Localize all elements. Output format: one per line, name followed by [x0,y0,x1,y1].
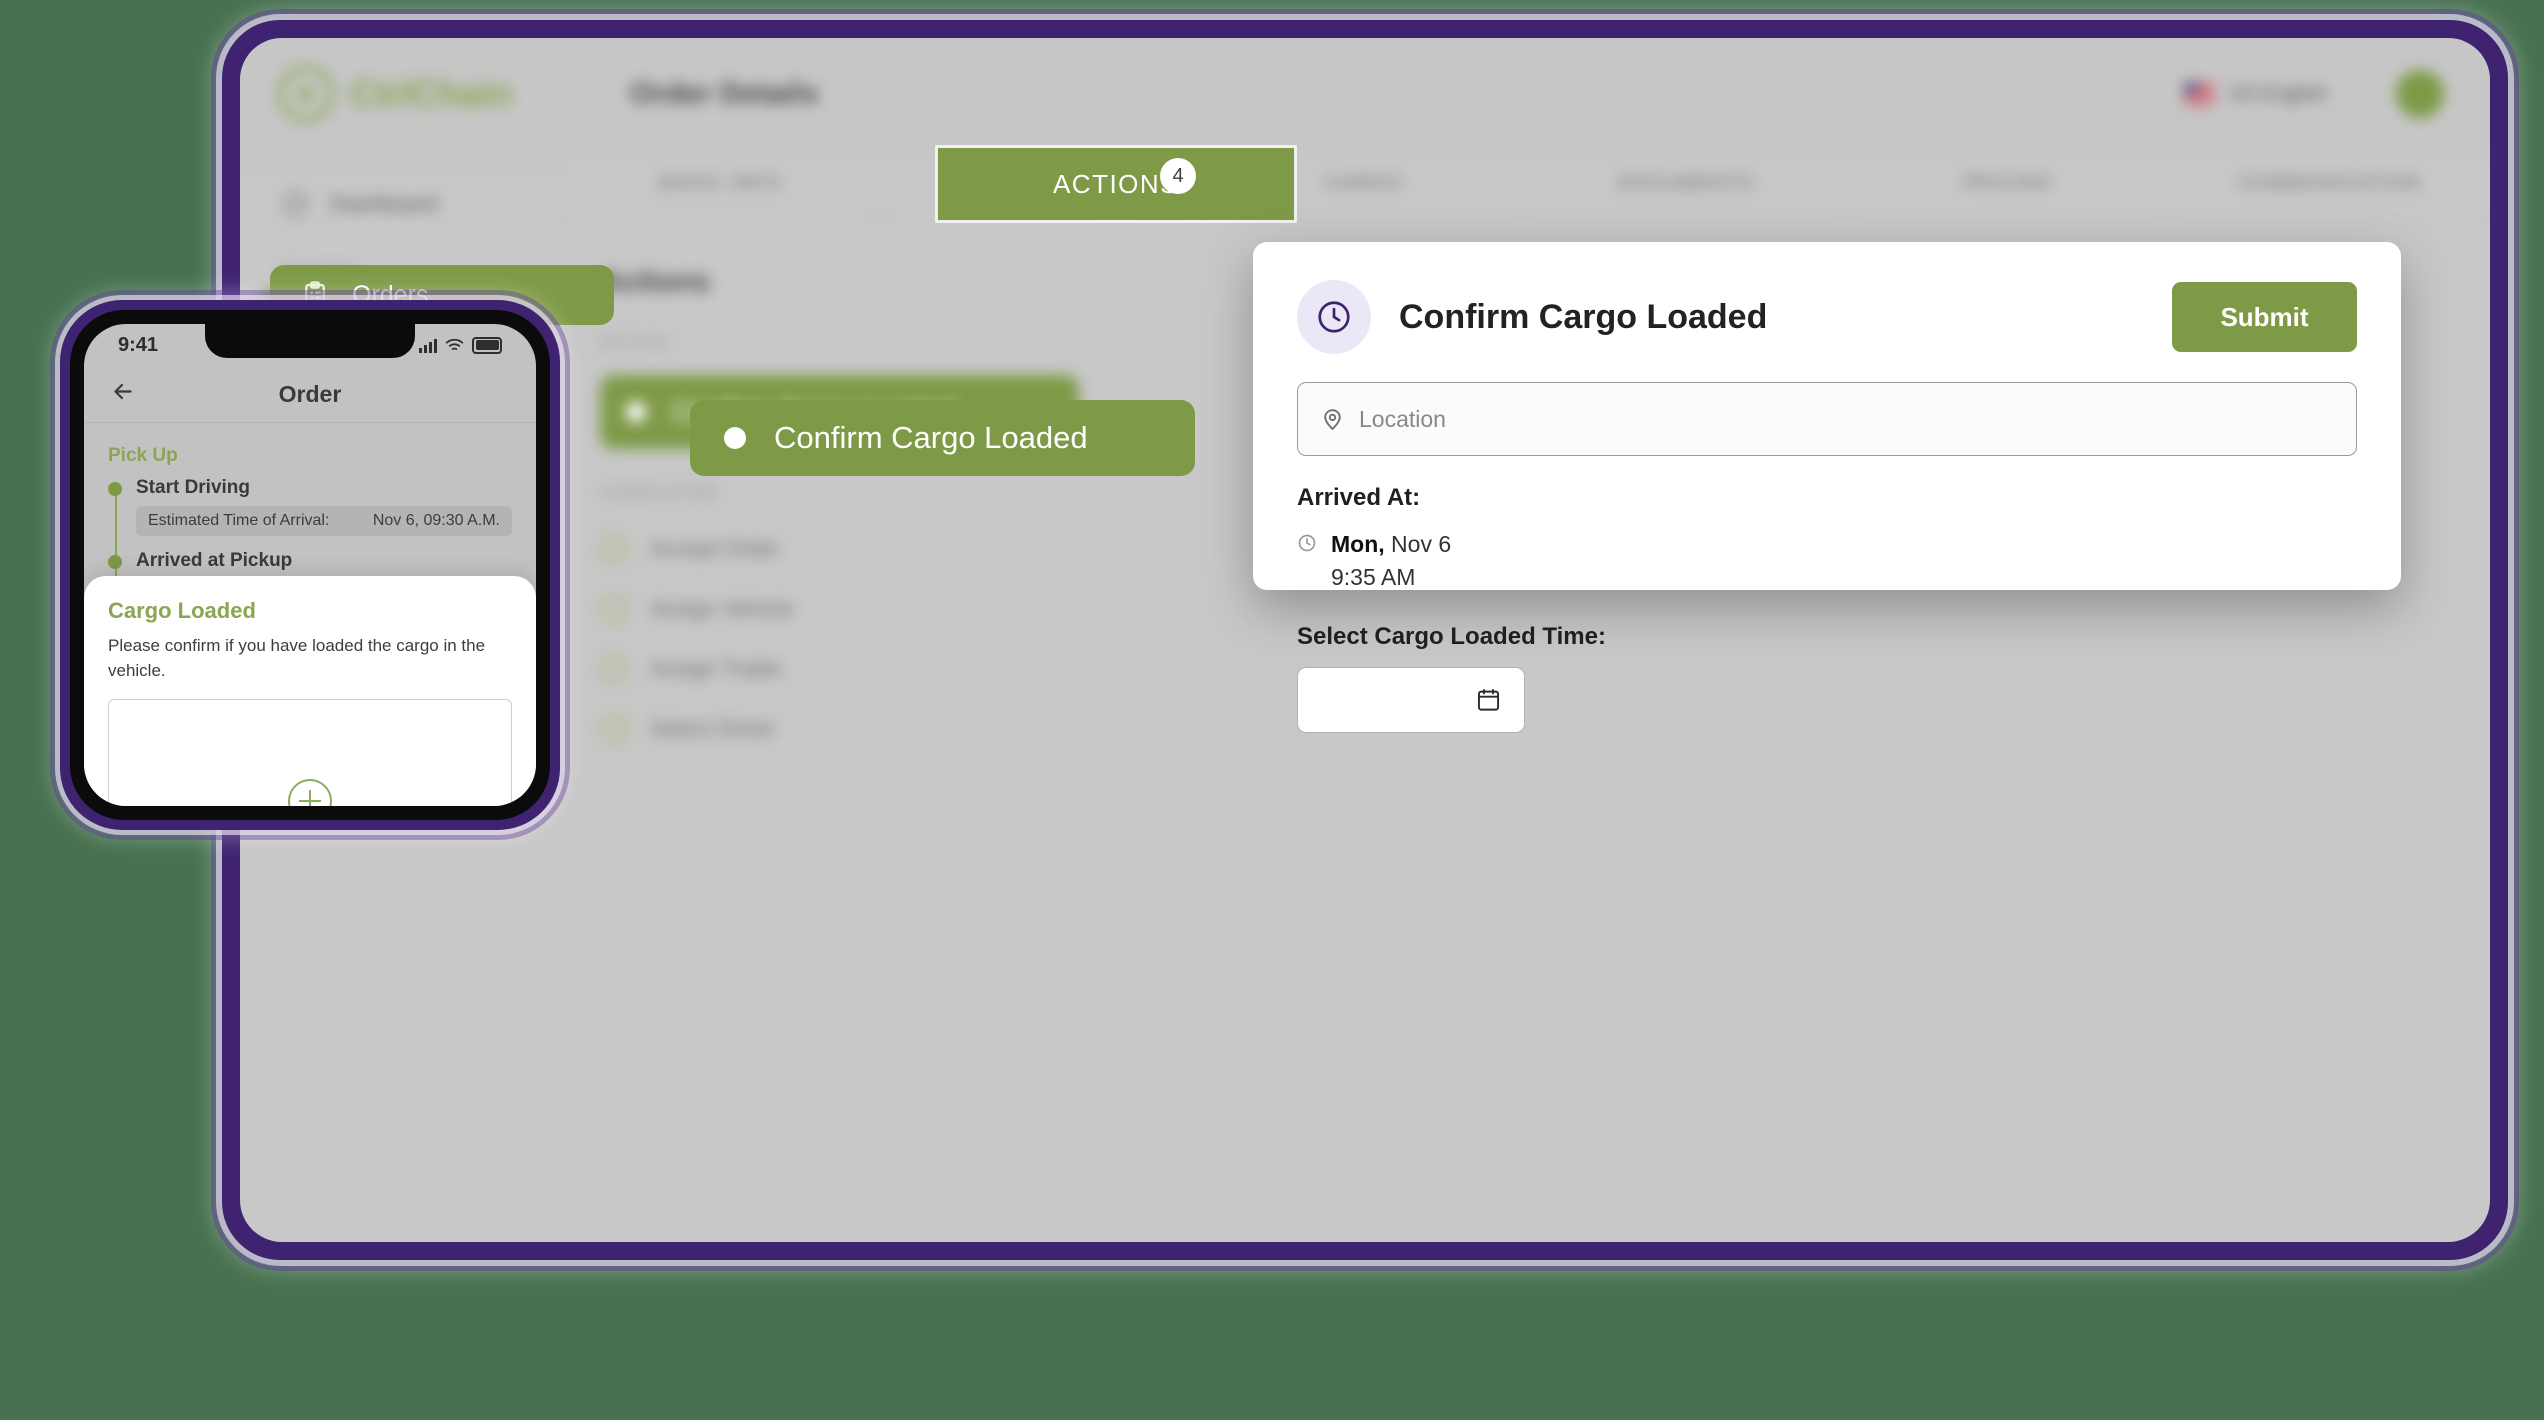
sidebar: Dashboard BOOKING Orders [240,150,560,352]
sidebar-item-label: Dashboard [330,191,438,216]
actions-panel-title: Actions [600,265,711,298]
timeline-step-label: Start Driving [136,477,251,498]
completed-action-accept-order[interactable]: Accept Order [600,535,1079,563]
tab-label: BASIC INFO [659,173,782,194]
timeline-section-label: Pick Up [108,445,178,466]
check-circle-icon [600,595,628,623]
dialog-title: Confirm Cargo Loaded [1399,297,1768,336]
arrived-at-label: Arrived At: [1297,484,1421,511]
phone-bezel: 9:41 Order Pick Up Start Driving Estimat… [70,310,550,820]
app-brand[interactable]: CtrlChain [240,66,560,122]
completed-action-label: Assign Trailer [650,656,784,681]
page-title: Order Details [630,77,819,110]
check-circle-icon [600,655,628,683]
arrived-at-value: Mon, Nov 6 9:35 AM [1297,528,2357,595]
map-pin-icon [1320,407,1345,432]
cargo-loaded-time-input[interactable] [1297,666,1525,733]
wifi-icon [445,338,464,353]
status-dot-icon [724,427,746,449]
phone-header: Order [84,366,536,423]
language-selector[interactable]: US English [2184,83,2327,106]
phone-page-title: Order [278,380,342,407]
check-circle-icon [600,715,628,743]
tab-bar: BASIC INFO ACTIONS CARGO DOCUMENTS PRICI [560,150,2490,219]
actions-panel: Actions ACTIVE Confirm Cargo Loaded COMP… [560,219,1120,743]
battery-full-icon [472,336,502,354]
completed-action-assign-vehicle[interactable]: Assign Vehicle [600,595,1079,623]
completed-action-label: Assign Vehicle [650,596,794,621]
arrived-date: Nov 6 [1384,531,1452,557]
mobile-device-frame: 9:41 Order Pick Up Start Driving Estimat… [60,300,560,830]
location-input[interactable]: Location [1297,382,2357,456]
tab-actions-badge: 4 [1160,158,1196,194]
topbar-divider [2361,66,2362,122]
sheet-description: Please confirm if you have loaded the ca… [108,636,486,680]
phone-screen: 9:41 Order Pick Up Start Driving Estimat… [84,324,536,806]
active-action-button-highlighted[interactable]: Confirm Cargo Loaded [690,400,1195,476]
select-cargo-loaded-time-label: Select Cargo Loaded Time: [1297,622,1606,650]
dashboard-icon [280,189,310,219]
app-topbar: CtrlChain Order Details US English [240,38,2490,151]
cellular-signal-icon [419,337,437,353]
completed-action-select-driver[interactable]: Select Driver [600,715,1079,743]
status-dot-icon [626,402,646,422]
dialog-header: Confirm Cargo Loaded Submit [1297,280,2357,354]
target-circle-icon [278,66,334,122]
tab-actions-highlighted[interactable]: ACTIONS 4 [935,145,1297,223]
location-placeholder: Location [1359,405,1446,432]
calendar-icon[interactable] [1475,686,1502,713]
timeline-detail-value: Nov 6, 09:30 A.M. [372,512,500,529]
clock-icon [1297,528,1317,553]
tab-communication[interactable]: COMMUNICATION [2169,150,2490,218]
tab-label: DOCUMENTS [1617,173,1754,194]
user-avatar-icon[interactable] [2396,70,2444,118]
tab-basic-info[interactable]: BASIC INFO [560,150,882,218]
completed-section-label: COMPLETED [600,485,718,502]
timeline-detail-label: Estimated Time of Arrival: [148,512,330,529]
us-flag-icon [2184,83,2215,105]
timeline-step-start-driving: Start Driving Estimated Time of Arrival:… [108,477,512,536]
plus-circle-icon [288,779,332,806]
check-circle-icon [600,535,628,563]
arrived-day: Mon, [1331,531,1385,557]
active-action-label: Confirm Cargo Loaded [774,420,1088,455]
active-section-label: ACTIVE [600,335,670,352]
confirm-cargo-loaded-dialog: Confirm Cargo Loaded Submit Location Arr… [1253,242,2401,733]
tab-label: PRICING [1962,173,2053,194]
arrow-left-icon[interactable] [110,379,136,410]
cargo-loaded-bottom-sheet: Cargo Loaded Please confirm if you have … [84,576,536,806]
arrived-time: 9:35 AM [1331,564,1416,591]
phone-status-bar: 9:41 [84,324,536,366]
sheet-title: Cargo Loaded [108,598,256,623]
timeline-step-label: Arrived at Pickup [136,550,293,571]
phone-outer-shell: 9:41 Order Pick Up Start Driving Estimat… [60,300,560,830]
completed-action-label: Accept Order [650,536,780,561]
completed-action-label: Select Driver [650,716,776,741]
completed-action-assign-trailer[interactable]: Assign Trailer [600,655,1079,683]
screenshot-stage: CtrlChain Order Details US English Dashb… [0,0,2544,1420]
topbar-right-group: US English [2184,66,2490,122]
timeline-dot-filled-icon [108,482,122,496]
brand-name: CtrlChain [350,73,513,114]
file-upload-dropzone[interactable]: Choose file [108,699,512,806]
sidebar-item-dashboard[interactable]: Dashboard [258,176,541,232]
timeline-step-detail: Estimated Time of Arrival: Nov 6, 09:30 … [136,506,512,536]
tab-label: COMMUNICATION [2238,173,2421,194]
language-label: US English [2228,82,2327,105]
submit-button[interactable]: Submit [2172,282,2357,352]
tab-documents[interactable]: DOCUMENTS [1525,150,1848,218]
tab-label: CARGO [1325,173,1403,194]
timeline-dot-filled-icon [108,555,122,569]
tab-pricing[interactable]: PRICING [1847,150,2170,218]
status-time: 9:41 [118,333,159,356]
clock-icon [1297,280,1371,354]
